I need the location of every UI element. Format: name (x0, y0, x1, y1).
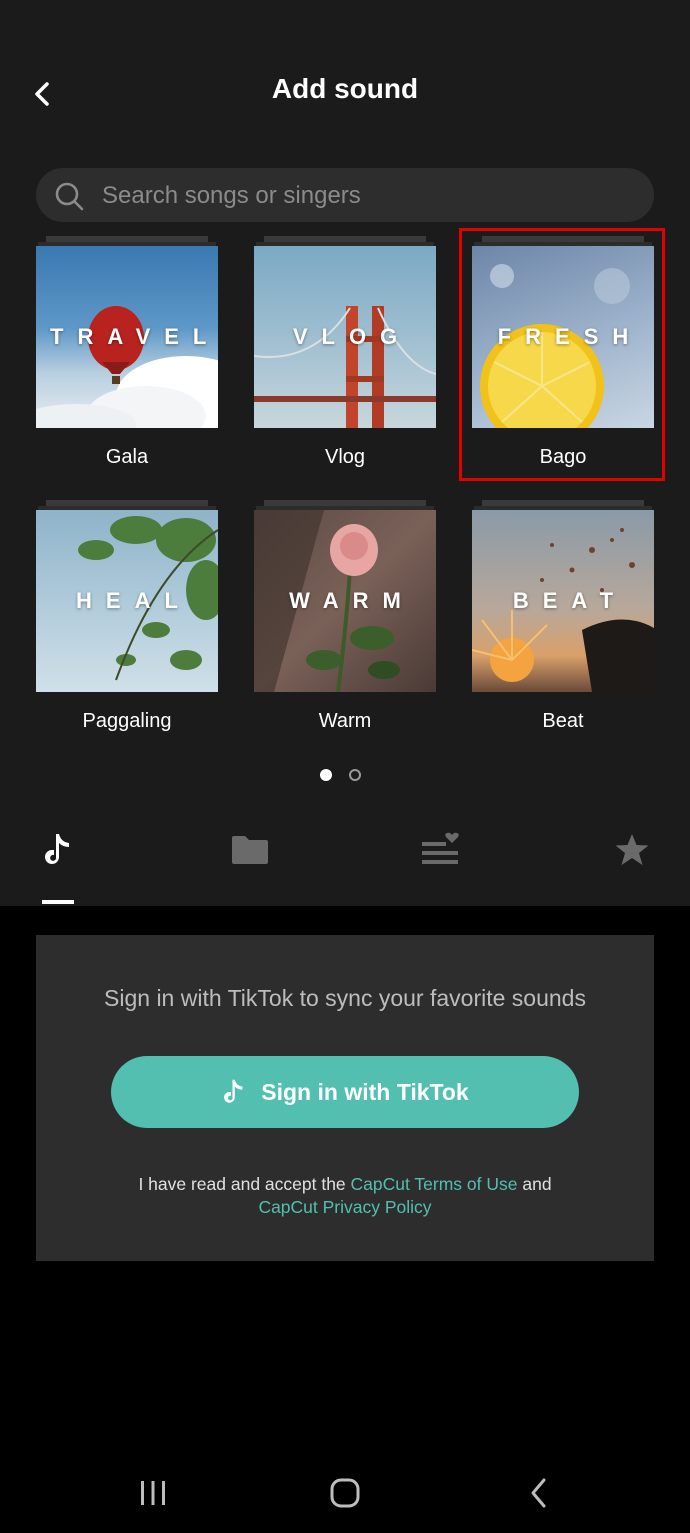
category-label: Warm (318, 710, 372, 732)
recent-apps-button[interactable] (130, 1470, 176, 1516)
cover-word: WARM (289, 588, 415, 613)
system-nav-bar (0, 1460, 690, 1526)
cover-word: TRAVEL (50, 324, 218, 349)
back-icon (531, 1478, 546, 1508)
terms-prefix: I have read and accept the (138, 1174, 351, 1194)
tiktok-icon (224, 1079, 243, 1103)
home-icon (330, 1478, 360, 1508)
playlist-heart-icon (422, 832, 459, 864)
category-label: Paggaling (82, 710, 172, 732)
cover-word: VLOG (292, 324, 412, 349)
signin-button-label: Sign in with TikTok (261, 1078, 469, 1105)
search-icon (55, 182, 84, 211)
page-dot-active[interactable] (320, 769, 332, 781)
search-bar[interactable] (36, 168, 654, 224)
category-cover-image: BEAT (472, 510, 654, 692)
recent-apps-icon (141, 1481, 165, 1505)
terms-notice: I have read and accept the CapCut Terms … (36, 1173, 654, 1219)
signin-card: Sign in with TikTok to sync your favorit… (36, 935, 654, 1261)
category-cover-image: VLOG (254, 246, 436, 428)
cover-word: HEAL (76, 588, 192, 613)
page-dot[interactable] (349, 769, 361, 781)
home-button[interactable] (322, 1470, 368, 1516)
terms-and: and (517, 1174, 552, 1194)
category-label: Beat (542, 710, 584, 732)
category-cover-image: HEAL (36, 510, 218, 692)
tiktok-icon (45, 834, 69, 864)
tab-local-files[interactable] (226, 826, 274, 874)
selection-highlight (459, 228, 665, 481)
category-label: Gala (105, 446, 149, 468)
search-input[interactable] (100, 168, 634, 224)
cover-word: BEAT (512, 588, 628, 613)
privacy-policy-link[interactable]: CapCut Privacy Policy (258, 1197, 431, 1217)
top-panel: Add sound TRAVEL Gala (0, 0, 690, 906)
page-title: Add sound (271, 73, 419, 104)
category-label: Vlog (324, 446, 366, 468)
folder-icon (232, 836, 268, 864)
category-cover-image: TRAVEL (36, 246, 218, 428)
signin-message: Sign in with TikTok to sync your favorit… (104, 985, 586, 1011)
category-cover-image: WARM (254, 510, 436, 692)
star-icon (615, 834, 649, 865)
system-back-button[interactable] (516, 1470, 562, 1516)
signin-tiktok-button[interactable]: Sign in with TikTok (111, 1056, 579, 1128)
active-tab-indicator (42, 900, 74, 904)
tab-tiktok[interactable] (34, 826, 82, 874)
tab-favorites[interactable] (608, 826, 656, 874)
tab-playlists[interactable] (416, 826, 464, 874)
terms-of-use-link[interactable]: CapCut Terms of Use (351, 1174, 518, 1194)
